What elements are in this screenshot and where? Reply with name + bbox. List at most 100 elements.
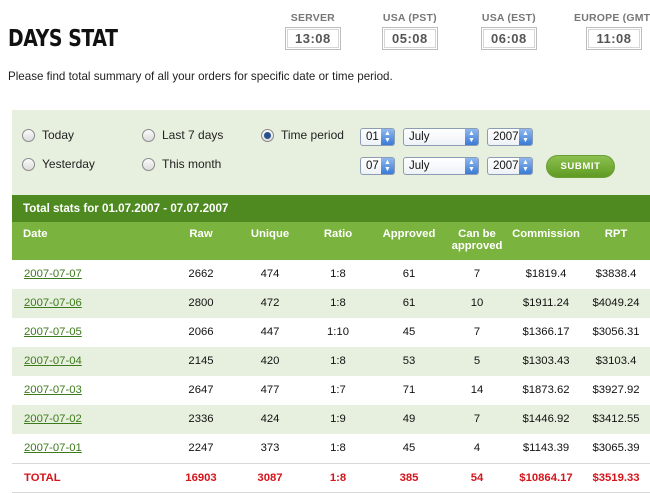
cell-unique: 472 [260,297,280,309]
from-year-select[interactable]: 2007 ▲ ▼ [487,128,533,146]
select-value: July [409,160,430,172]
date-link[interactable]: 2007-07-07 [24,268,82,280]
radio-button-icon[interactable] [22,128,35,142]
radio-button-icon[interactable] [142,128,155,142]
cell-can-be-approved: 5 [473,355,481,367]
header-commission: Commission [512,228,580,240]
date-link[interactable]: 2007-07-03 [24,384,82,396]
cell-commission: $1911.24 [522,297,570,309]
cell-can-be-approved: 4 [473,442,481,454]
cell-raw: 2647 [188,384,214,396]
cell-can-be-approved: 14 [470,384,484,396]
date-link[interactable]: 2007-07-06 [24,297,82,309]
total-cell-rpt: $3519.33 [592,472,640,484]
cell-rpt: $3927.92 [592,384,640,396]
radio-button-icon[interactable] [22,157,35,171]
cell-commission: $1873.62 [522,384,570,396]
radio-today[interactable]: Today [22,128,74,142]
date-link[interactable]: 2007-07-04 [24,355,82,367]
cell-unique: 447 [260,326,280,338]
total-cell-ratio: 1:8 [329,472,347,484]
cell-raw: 2662 [188,268,214,280]
cell-unique: 373 [260,442,280,454]
select-arrows-icon: ▲ ▼ [519,129,532,145]
date-link[interactable]: 2007-07-02 [24,413,82,425]
cell-commission: $1143.39 [522,442,570,454]
radio-button-selected-icon[interactable] [261,128,274,142]
to-month-select[interactable]: July ▲ ▼ [403,157,479,175]
to-year-select[interactable]: 2007 ▲ ▼ [487,157,533,175]
from-month-select[interactable]: July ▲ ▼ [403,128,479,146]
total-cell-can-be-approved: 54 [470,472,484,484]
cell-unique: 424 [260,413,280,425]
cell-approved: 53 [402,355,416,367]
cell-approved: 61 [402,297,416,309]
cell-raw: 2145 [188,355,214,367]
cell-raw: 2800 [188,297,214,309]
cell-can-be-approved: 10 [470,297,484,309]
total-cell-raw: 16903 [185,472,217,484]
cell-commission: $1446.92 [522,413,570,425]
intro-text: Please find total summary of all your or… [8,70,393,83]
cell-approved: 61 [402,268,416,280]
table-row: 2007-07-07 2662 474 1:8 61 7 $1819.4 $3838.4 [12,260,650,289]
cell-ratio: 1:8 [330,442,346,454]
radio-time-period[interactable]: Time period [261,128,344,142]
cell-unique: 474 [260,268,280,280]
table-row: 2007-07-05 2066 447 1:10 45 7 $1366.17 $3056.31 [12,318,650,347]
page-title: DAYS STAT [8,26,118,52]
cell-ratio: 1:10 [327,326,349,338]
cell-can-be-approved: 7 [473,413,481,425]
select-value: 2007 [493,131,519,143]
cell-rpt: $3412.55 [592,413,640,425]
header-raw: Raw [189,228,213,240]
cell-commission: $1366.17 [522,326,570,338]
table-row: 2007-07-06 2800 472 1:8 61 10 $1911.24 $4049.24 [12,289,650,318]
cell-ratio: 1:9 [330,413,346,425]
clock-europe-gmt: EUROPE (GMT) 11:08 [574,12,650,50]
cell-raw: 2066 [188,326,214,338]
table-row: 2007-07-01 2247 373 1:8 45 4 $1143.39 $3065.39 [12,434,650,463]
clock-time: 13:08 [287,29,339,48]
radio-yesterday[interactable]: Yesterday [22,157,95,171]
clock-server: SERVER 13:08 [285,12,341,50]
cell-ratio: 1:7 [330,384,346,396]
cell-rpt: $3838.4 [595,268,637,280]
from-day-select[interactable]: 01 ▲ ▼ [360,128,395,146]
radio-last-7-days[interactable]: Last 7 days [142,128,223,142]
select-arrows-icon: ▲ ▼ [519,158,532,174]
select-arrows-icon: ▲ ▼ [465,158,478,174]
date-link[interactable]: 2007-07-05 [24,326,82,338]
cell-rpt: $4049.24 [592,297,640,309]
clock-time: 11:08 [588,29,640,48]
cell-ratio: 1:8 [330,297,346,309]
radio-label: Today [42,128,75,142]
select-arrows-icon: ▲ ▼ [381,129,394,145]
select-value: 07 [366,160,379,172]
clock-label: EUROPE (GMT) [574,12,650,24]
select-value: 01 [366,131,379,143]
total-cell-commission: $10864.17 [519,472,573,484]
header-approved: Approved [382,228,436,240]
cell-commission: $1303.43 [522,355,570,367]
date-link[interactable]: 2007-07-01 [24,442,82,454]
cell-rpt: $3056.31 [592,326,640,338]
cell-rpt: $3103.4 [595,355,637,367]
cell-raw: 2247 [188,442,214,454]
cell-approved: 71 [402,384,416,396]
radio-this-month[interactable]: This month [142,157,221,171]
submit-button[interactable]: SUBMIT [546,155,615,178]
clock-time: 06:08 [483,29,535,48]
to-day-select[interactable]: 07 ▲ ▼ [360,157,395,175]
cell-rpt: $3065.39 [592,442,640,454]
total-label: TOTAL [24,472,61,484]
header-can-be-line2: approved [451,240,503,252]
select-value: July [409,131,430,143]
filter-panel [12,110,650,195]
radio-button-icon[interactable] [142,157,155,171]
header-ratio: Ratio [323,228,353,240]
table-caption: Total stats for 01.07.2007 - 07.07.2007 [12,195,650,222]
radio-label: Yesterday [42,157,95,171]
table-row: 2007-07-03 2647 477 1:7 71 14 $1873.62 $3927.92 [12,376,650,405]
clock-time: 05:08 [384,29,436,48]
